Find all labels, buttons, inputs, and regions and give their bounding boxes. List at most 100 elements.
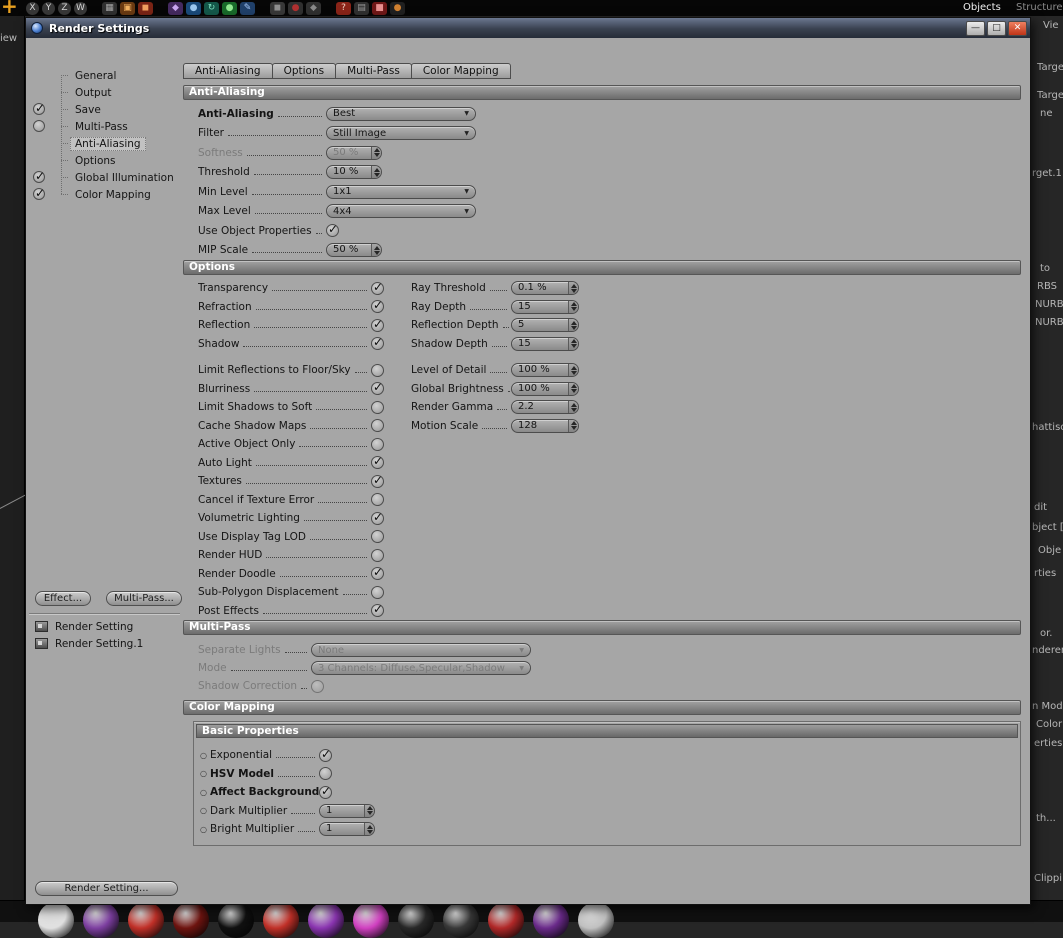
spinner-threshold[interactable]: 10 % <box>326 165 382 180</box>
checkbox-sub-polygon-displacement[interactable] <box>371 585 384 599</box>
spinner-down-icon[interactable] <box>366 829 373 834</box>
tab-color-mapping[interactable]: Color Mapping <box>410 63 511 79</box>
close-button[interactable]: ✕ <box>1008 20 1027 36</box>
spinner-up-icon[interactable] <box>373 167 380 172</box>
lock-x-axis-icon[interactable]: X <box>26 1 39 15</box>
material-sphere[interactable] <box>38 902 74 938</box>
material-sphere[interactable] <box>128 902 164 938</box>
spinner-up-icon[interactable] <box>373 245 380 250</box>
maximize-button[interactable]: □ <box>987 20 1006 36</box>
checkbox-refraction[interactable] <box>371 298 384 314</box>
spinner-arrows[interactable] <box>568 382 578 395</box>
sphere-primitive-icon[interactable]: ● <box>222 1 237 15</box>
dropdown-anti-aliasing[interactable]: Best ▼ <box>326 106 476 121</box>
spinner-down-icon[interactable] <box>570 344 577 349</box>
spinner-down-icon[interactable] <box>373 172 380 177</box>
toolbar-icon[interactable]: ▤ <box>354 1 369 15</box>
shaded-sphere-icon[interactable]: ● <box>390 1 405 15</box>
checkbox-shadow[interactable] <box>371 335 384 351</box>
spinner-arrows[interactable] <box>371 166 381 179</box>
spinner-motion-scale[interactable]: 128 <box>511 418 579 433</box>
render-settings-icon[interactable]: ▣ <box>120 1 135 15</box>
material-sphere[interactable] <box>398 902 434 938</box>
spinner-up-icon[interactable] <box>366 824 373 829</box>
checkbox-cancel-if-texture-error[interactable] <box>371 493 384 507</box>
spinner-reflection-depth[interactable]: 5 <box>511 318 579 333</box>
checkbox-limit-reflections-to-floor-sky[interactable] <box>371 363 384 377</box>
dropdown-filter[interactable]: Still Image ▼ <box>326 126 476 141</box>
checkbox-render-doodle[interactable] <box>371 565 384 581</box>
lock-y-axis-icon[interactable]: Y <box>42 1 55 15</box>
checkbox-exponential[interactable] <box>319 747 332 762</box>
material-sphere[interactable] <box>443 902 479 938</box>
spinner-arrows[interactable] <box>568 337 578 350</box>
sidebar-item-color-mapping[interactable]: Color Mapping <box>27 186 182 203</box>
spinner-down-icon[interactable] <box>570 426 577 431</box>
tab-anti-aliasing[interactable]: Anti-Aliasing <box>183 63 273 79</box>
spinner-arrows[interactable] <box>568 300 578 313</box>
checkbox-transparency[interactable] <box>371 280 384 295</box>
tab-options[interactable]: Options <box>271 63 337 79</box>
spinner-arrows[interactable] <box>364 804 374 817</box>
toolbar-icon[interactable]: ◆ <box>306 1 321 15</box>
spinner-arrows[interactable] <box>568 401 578 414</box>
spinner-down-icon[interactable] <box>373 153 380 158</box>
checkbox-reflection[interactable] <box>371 317 384 332</box>
spinner-up-icon[interactable] <box>570 365 577 370</box>
render-setting-bottom-button[interactable]: Render Setting... <box>35 881 178 896</box>
material-sphere[interactable] <box>173 902 209 938</box>
checkbox-hsv-model[interactable] <box>319 767 332 781</box>
spinner-arrows[interactable] <box>371 244 381 257</box>
effect-button[interactable]: Effect... <box>35 591 91 606</box>
menu-objects[interactable]: Objects <box>963 2 1001 13</box>
spinner-mip-scale[interactable]: 50 % <box>326 243 382 258</box>
spinner-arrows[interactable] <box>364 823 374 836</box>
checkbox-use-object-properties[interactable] <box>326 222 339 238</box>
material-sphere[interactable] <box>578 902 614 938</box>
spinner-down-icon[interactable] <box>366 811 373 816</box>
checkbox-volumetric-lighting[interactable] <box>371 510 384 525</box>
material-sphere[interactable] <box>83 902 119 938</box>
spinner-render-gamma[interactable]: 2.2 <box>511 400 579 415</box>
spinner-down-icon[interactable] <box>570 370 577 375</box>
sidebar-item-multi-pass[interactable]: Multi-Pass <box>27 118 182 135</box>
sidebar-checkbox-save[interactable] <box>33 101 45 115</box>
checkbox-shadow-correction[interactable] <box>311 679 324 693</box>
toolbar-icon[interactable]: ■ <box>372 1 387 15</box>
spinner-ray-threshold[interactable]: 0.1 % <box>511 281 579 296</box>
dropdown-min-level[interactable]: 1x1 ▼ <box>326 184 476 199</box>
material-sphere[interactable] <box>263 902 299 938</box>
spinner-up-icon[interactable] <box>570 339 577 344</box>
spinner-up-icon[interactable] <box>366 806 373 811</box>
sidebar-checkbox-global-illumination[interactable] <box>33 169 45 183</box>
spinner-arrows[interactable] <box>568 419 578 432</box>
material-sphere[interactable] <box>218 902 254 938</box>
spinner-arrows[interactable] <box>568 319 578 332</box>
lock-z-axis-icon[interactable]: Z <box>58 1 71 15</box>
render-view-icon[interactable]: ◼ <box>138 1 153 15</box>
spinner-dark-multiplier[interactable]: 1 <box>319 803 375 818</box>
coord-system-icon[interactable]: W <box>74 1 87 15</box>
spinner-down-icon[interactable] <box>373 250 380 255</box>
sidebar-item-save[interactable]: Save <box>27 101 182 118</box>
menu-structure[interactable]: Structure <box>1016 2 1063 13</box>
spinner-arrows[interactable] <box>568 282 578 295</box>
spinner-softness[interactable]: 50 % <box>326 145 382 160</box>
multipass-button[interactable]: Multi-Pass... <box>106 591 182 606</box>
sidebar-item-general[interactable]: General <box>27 67 182 84</box>
sidebar-item-options[interactable]: Options <box>27 152 182 169</box>
checkbox-render-hud[interactable] <box>371 548 384 562</box>
material-sphere[interactable] <box>308 902 344 938</box>
spinner-shadow-depth[interactable]: 15 <box>511 336 579 351</box>
checkbox-post-effects[interactable] <box>371 602 384 618</box>
sidebar-checkbox-color-mapping[interactable] <box>33 186 45 200</box>
checkbox-cache-shadow-maps[interactable] <box>371 419 384 433</box>
spinner-up-icon[interactable] <box>570 384 577 389</box>
checkbox-blurriness[interactable] <box>371 380 384 396</box>
spinner-arrows[interactable] <box>371 146 381 159</box>
help-icon[interactable]: ? <box>336 1 351 15</box>
render-setting-item[interactable]: Render Setting <box>27 618 182 635</box>
tab-multi-pass[interactable]: Multi-Pass <box>335 63 412 79</box>
spinner-down-icon[interactable] <box>570 407 577 412</box>
dropdown-mode[interactable]: 3 Channels: Diffuse,Specular,Shadow ▼ <box>311 661 531 675</box>
